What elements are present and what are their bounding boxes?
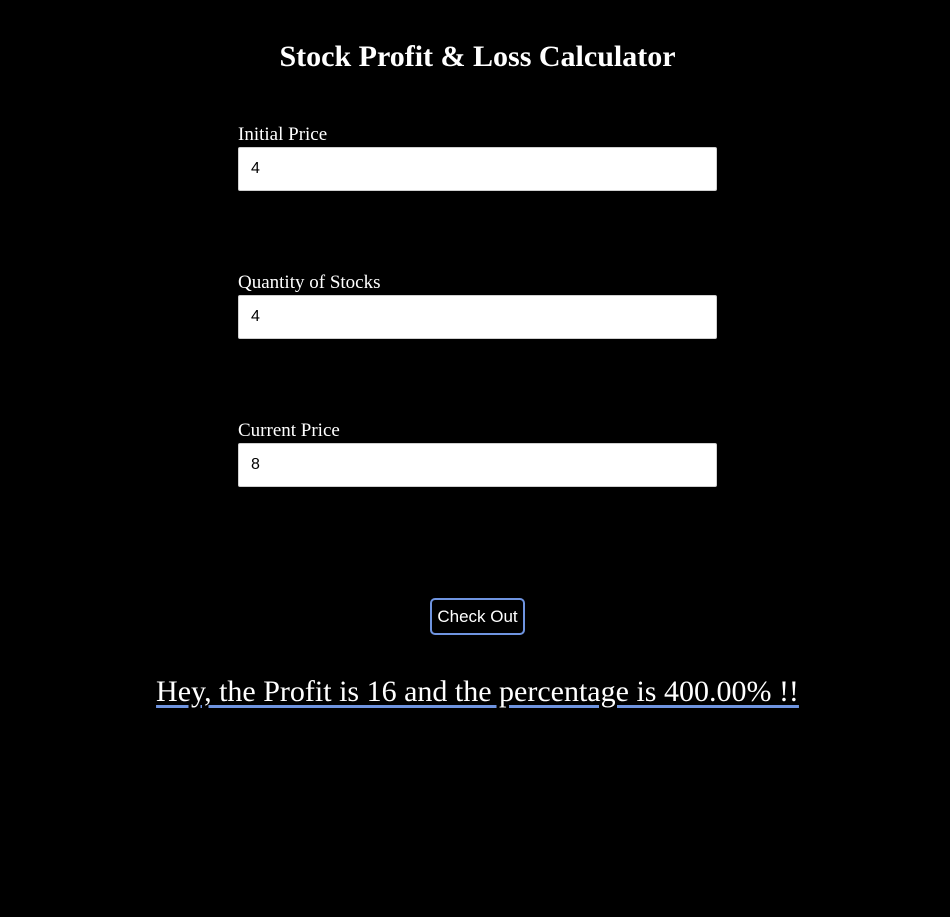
quantity-input[interactable] [238, 295, 717, 339]
page-title: Stock Profit & Loss Calculator [279, 40, 676, 73]
current-price-input[interactable] [238, 443, 717, 487]
quantity-label: Quantity of Stocks [238, 272, 381, 293]
result-output: Hey, the Profit is 16 and the percentage… [0, 674, 950, 710]
result-message: Hey, the Profit is 16 and the percentage… [156, 675, 799, 708]
initial-price-label: Initial Price [238, 124, 328, 145]
initial-price-input[interactable] [238, 147, 717, 191]
check-out-button[interactable]: Check Out [430, 598, 525, 635]
current-price-label: Current Price [238, 420, 340, 441]
